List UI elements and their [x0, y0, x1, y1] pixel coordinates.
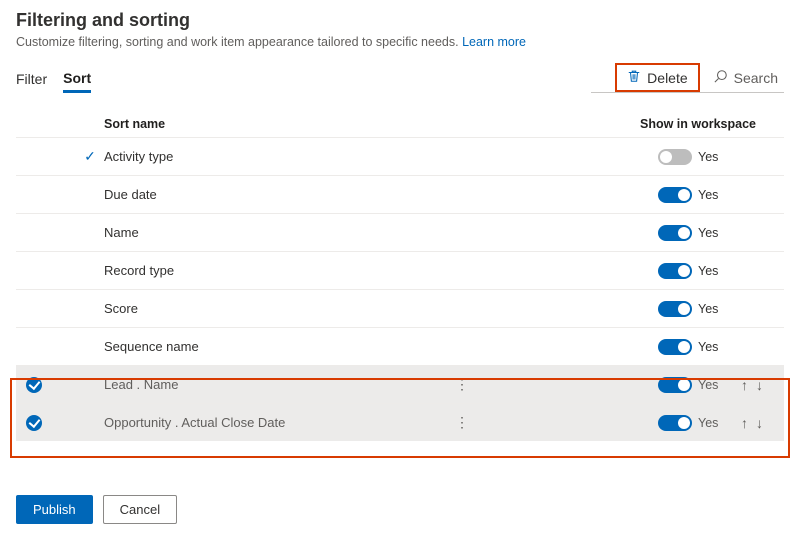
table-row[interactable]: Sequence name Yes — [16, 327, 784, 365]
move-up-icon[interactable]: ↑ — [741, 415, 748, 431]
move-down-icon[interactable]: ↓ — [756, 415, 763, 431]
toggle-show[interactable] — [658, 187, 692, 203]
learn-more-link[interactable]: Learn more — [462, 35, 526, 49]
table-header-row: Sort name Show in workspace — [16, 111, 784, 137]
toggle-label: Yes — [692, 150, 724, 164]
toggle-label: Yes — [692, 378, 724, 392]
search-box[interactable]: Search — [708, 65, 784, 90]
column-header-show[interactable]: Show in workspace — [640, 117, 780, 131]
toggle-label: Yes — [692, 264, 724, 278]
move-down-icon[interactable]: ↓ — [756, 377, 763, 393]
row-name: Lead . Name — [104, 377, 442, 392]
toggle-label: Yes — [692, 302, 724, 316]
tab-filter[interactable]: Filter — [16, 65, 47, 93]
toggle-show[interactable] — [658, 301, 692, 317]
sort-table: Sort name Show in workspace ✓ Activity t… — [16, 111, 784, 441]
row-selected-icon[interactable] — [26, 415, 42, 431]
table-row[interactable]: Record type Yes — [16, 251, 784, 289]
toggle-show[interactable] — [658, 415, 692, 431]
check-icon: ✓ — [84, 148, 96, 165]
search-icon — [714, 69, 728, 86]
row-name: Sequence name — [104, 339, 442, 354]
publish-button[interactable]: Publish — [16, 495, 93, 524]
row-name: Activity type — [104, 149, 442, 164]
row-name: Due date — [104, 187, 442, 202]
cancel-button[interactable]: Cancel — [103, 495, 177, 524]
table-row[interactable]: Score Yes — [16, 289, 784, 327]
footer-actions: Publish Cancel — [16, 495, 784, 524]
delete-button[interactable]: Delete — [615, 63, 699, 92]
toggle-label: Yes — [692, 340, 724, 354]
toggle-label: Yes — [692, 226, 724, 240]
toggle-show[interactable] — [658, 225, 692, 241]
move-up-icon[interactable]: ↑ — [741, 377, 748, 393]
tab-sort[interactable]: Sort — [63, 64, 91, 93]
page-title: Filtering and sorting — [16, 10, 784, 31]
delete-icon — [627, 69, 641, 86]
row-name: Record type — [104, 263, 442, 278]
more-actions-icon[interactable]: ⋮ — [455, 376, 469, 392]
row-name: Name — [104, 225, 442, 240]
toggle-show[interactable] — [658, 377, 692, 393]
table-row[interactable]: Name Yes — [16, 213, 784, 251]
subtitle-text: Customize filtering, sorting and work it… — [16, 35, 462, 49]
row-selected-icon[interactable] — [26, 377, 42, 393]
tab-strip: Filter Sort — [16, 64, 91, 93]
table-row[interactable]: Lead . Name ⋮ Yes ↑ ↓ — [16, 365, 784, 403]
toggle-label: Yes — [692, 416, 724, 430]
delete-label: Delete — [647, 70, 687, 86]
table-row[interactable]: ✓ Activity type Yes — [16, 137, 784, 175]
row-name: Score — [104, 301, 442, 316]
table-row[interactable]: Due date Yes — [16, 175, 784, 213]
more-actions-icon[interactable]: ⋮ — [455, 414, 469, 430]
right-actions: Delete Search — [591, 63, 784, 93]
toggle-show[interactable] — [658, 263, 692, 279]
row-name: Opportunity . Actual Close Date — [104, 415, 442, 430]
column-header-name[interactable]: Sort name — [104, 117, 440, 131]
table-row[interactable]: Opportunity . Actual Close Date ⋮ Yes ↑ … — [16, 403, 784, 441]
toggle-label: Yes — [692, 188, 724, 202]
search-placeholder: Search — [734, 70, 778, 86]
toggle-show[interactable] — [658, 339, 692, 355]
page-subtitle: Customize filtering, sorting and work it… — [16, 35, 784, 49]
toggle-show[interactable] — [658, 149, 692, 165]
